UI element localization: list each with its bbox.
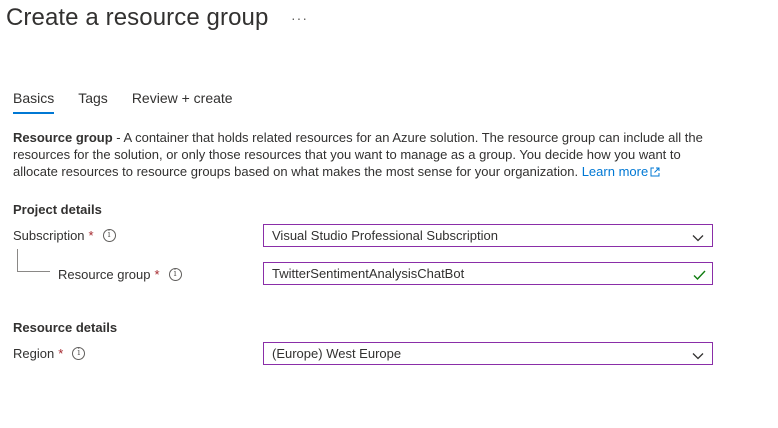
tab-review-create[interactable]: Review + create: [132, 90, 233, 112]
region-value: (Europe) West Europe: [272, 346, 402, 361]
tree-connector: [17, 249, 50, 272]
subscription-dropdown[interactable]: Visual Studio Professional Subscription: [263, 224, 713, 247]
required-mark: *: [58, 346, 64, 361]
more-options-button[interactable]: ···: [291, 10, 308, 26]
region-dropdown[interactable]: (Europe) West Europe: [263, 342, 713, 365]
chevron-down-icon: [692, 230, 704, 245]
resource-details-heading: Resource details: [13, 320, 118, 335]
region-label: Region * i: [13, 346, 86, 361]
external-link-icon: [650, 164, 660, 181]
learn-more-link[interactable]: Learn more: [582, 164, 660, 179]
resource-group-label-text: Resource group: [58, 267, 151, 282]
resource-group-input[interactable]: TwitterSentimentAnalysisChatBot: [263, 262, 713, 285]
chevron-down-icon: [692, 348, 704, 363]
tab-tags[interactable]: Tags: [78, 90, 108, 112]
project-details-heading: Project details: [13, 202, 102, 217]
resource-group-label: Resource group * i: [58, 267, 182, 282]
page-title: Create a resource group: [6, 4, 269, 31]
region-label-text: Region: [13, 346, 55, 361]
resource-group-value: TwitterSentimentAnalysisChatBot: [272, 266, 465, 281]
description-term: Resource group: [13, 130, 113, 145]
subscription-label-text: Subscription: [13, 228, 85, 243]
required-mark: *: [154, 267, 160, 282]
info-circle-icon[interactable]: i: [72, 347, 86, 360]
resource-group-description: Resource group - A container that holds …: [13, 129, 713, 181]
checkmark-icon: [693, 268, 706, 283]
required-mark: *: [88, 228, 94, 243]
info-circle-icon[interactable]: i: [102, 229, 116, 242]
tab-basics[interactable]: Basics: [13, 90, 55, 114]
learn-more-label: Learn more: [581, 164, 649, 179]
subscription-label: Subscription * i: [13, 228, 116, 243]
wizard-tabs: Basics Tags Review + create: [13, 90, 257, 114]
create-resource-group-page: Create a resource group ··· Basics Tags …: [0, 0, 778, 428]
info-circle-icon[interactable]: i: [168, 268, 182, 281]
subscription-value: Visual Studio Professional Subscription: [272, 228, 498, 243]
